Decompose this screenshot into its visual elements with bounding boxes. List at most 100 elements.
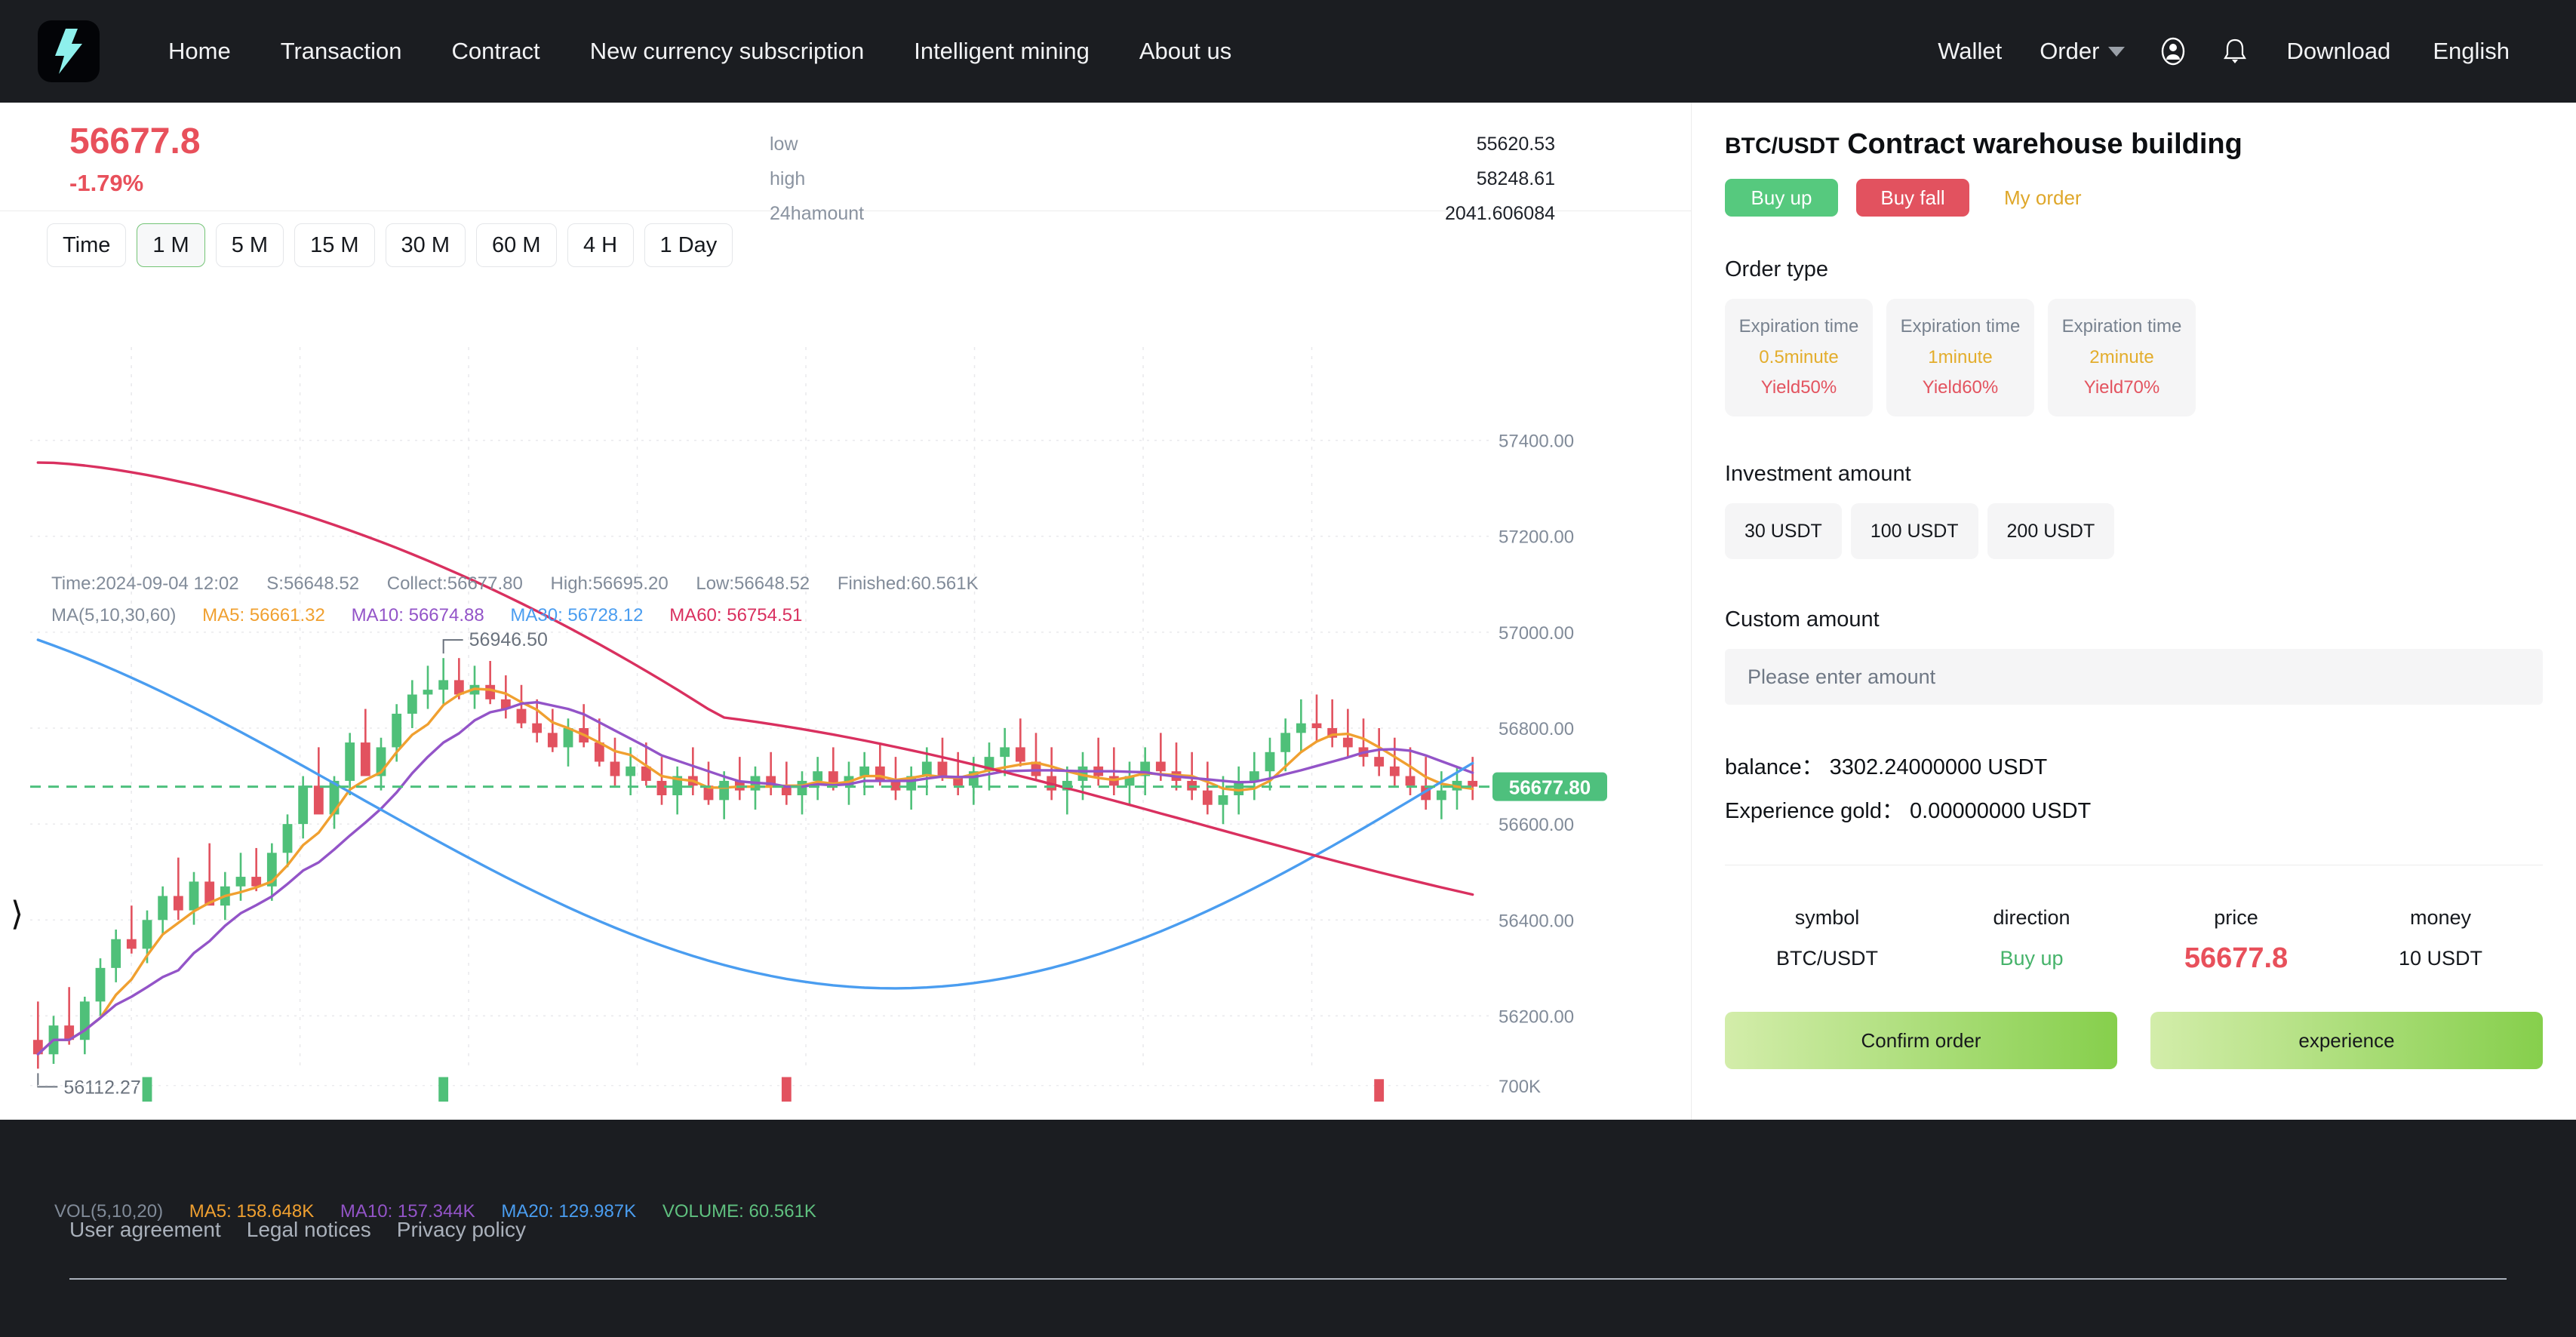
expiration-value: 2minute <box>2048 343 2196 373</box>
order-type-card-1minute[interactable]: Expiration time 1minute Yield60% <box>1886 299 2034 416</box>
summary-value-price: 56677.8 <box>2134 938 2338 979</box>
footer-link-privacy-policy[interactable]: Privacy policy <box>397 1218 526 1242</box>
summary-value-direction: Buy up <box>1929 938 2134 979</box>
footer-divider <box>69 1278 2507 1280</box>
chart-collapse-chevron-icon[interactable]: ⟩ <box>11 898 23 931</box>
buy-up-button[interactable]: Buy up <box>1725 179 1838 217</box>
panel-title-text: Contract warehouse building <box>1847 128 2242 160</box>
timeframe-15m[interactable]: 15 M <box>294 223 374 267</box>
custom-amount-input[interactable] <box>1725 649 2543 705</box>
order-type-card-2minute[interactable]: Expiration time 2minute Yield70% <box>2048 299 2196 416</box>
summary-value-symbol: BTC/USDT <box>1725 938 1929 979</box>
app-logo[interactable] <box>38 20 100 82</box>
yield-value: Yield60% <box>1886 373 2034 403</box>
panel-action-row: Buy up Buy fall My order <box>1725 179 2543 257</box>
order-panel: BTC/USDT Contract warehouse building Buy… <box>1692 103 2576 1120</box>
amount-button-100[interactable]: 100 USDT <box>1851 503 1978 559</box>
svg-text:56400.00: 56400.00 <box>1499 911 1574 931</box>
investment-amount-label: Investment amount <box>1725 462 2543 503</box>
summary-col-price: price 56677.8 <box>2134 897 2338 979</box>
summary-col-money: money 10 USDT <box>2338 897 2543 979</box>
expiration-value: 0.5minute <box>1725 343 1873 373</box>
timeframe-4h[interactable]: 4 H <box>567 223 634 267</box>
notifications-icon[interactable] <box>2205 36 2265 66</box>
nav-link-home[interactable]: Home <box>143 38 256 65</box>
timeframe-30m[interactable]: 30 M <box>386 223 466 267</box>
stat-row: 24hamount 2041.606084 <box>770 196 1555 231</box>
order-type-card-0.5minute[interactable]: Expiration time 0.5minute Yield50% <box>1725 299 1873 416</box>
nav-link-about-us[interactable]: About us <box>1114 38 1256 65</box>
expiration-label: Expiration time <box>2048 311 2196 343</box>
nav-link-wallet[interactable]: Wallet <box>1917 38 2023 65</box>
timeframe-time-button[interactable]: Time <box>47 223 126 267</box>
account-icon[interactable] <box>2141 36 2205 66</box>
panel-symbol: BTC/USDT <box>1725 134 1840 158</box>
top-navbar: Home Transaction Contract New currency s… <box>0 0 2576 103</box>
summary-head-price: price <box>2134 897 2338 938</box>
yield-value: Yield50% <box>1725 373 1873 403</box>
svg-text:57400.00: 57400.00 <box>1499 432 1574 452</box>
stat-value-24hamount: 2041.606084 <box>1445 196 1555 231</box>
svg-text:700K: 700K <box>1499 1077 1541 1097</box>
main-content: 56677.8 -1.79% low 55620.53 high 58248.6… <box>0 103 2576 1120</box>
svg-text:56946.50: 56946.50 <box>469 629 548 650</box>
chart-pane: 56677.8 -1.79% low 55620.53 high 58248.6… <box>0 103 1692 1120</box>
summary-head-direction: direction <box>1929 897 2134 938</box>
svg-text:57200.00: 57200.00 <box>1499 527 1574 548</box>
buy-fall-button[interactable]: Buy fall <box>1856 179 1969 217</box>
ticker-header: 56677.8 -1.79% low 55620.53 high 58248.6… <box>0 103 1691 211</box>
nav-links: Home Transaction Contract New currency s… <box>143 38 1256 65</box>
footer-link-legal-notices[interactable]: Legal notices <box>247 1218 371 1242</box>
svg-text:57000.00: 57000.00 <box>1499 623 1574 644</box>
nav-link-contract[interactable]: Contract <box>427 38 565 65</box>
summary-col-direction: direction Buy up <box>1929 897 2134 979</box>
custom-amount-label: Custom amount <box>1725 607 2543 649</box>
svg-text:56112.27: 56112.27 <box>63 1077 140 1098</box>
experience-gold-line: Experience gold： 0.00000000 USDT <box>1725 789 2543 833</box>
summary-head-symbol: symbol <box>1725 897 1929 938</box>
nav-link-language[interactable]: English <box>2412 38 2531 65</box>
ticker-change-percent: -1.79% <box>69 170 770 197</box>
stat-label-high: high <box>770 161 805 196</box>
svg-text:56200.00: 56200.00 <box>1499 1007 1574 1027</box>
nav-right-group: Wallet Order Download English <box>1917 36 2531 66</box>
ticker-price-box: 56677.8 -1.79% <box>0 122 770 211</box>
ticker-last-price: 56677.8 <box>69 122 770 162</box>
timeframe-1day[interactable]: 1 Day <box>644 223 733 267</box>
nav-link-new-currency-subscription[interactable]: New currency subscription <box>565 38 890 65</box>
logo-icon <box>49 27 88 75</box>
yield-value: Yield70% <box>2048 373 2196 403</box>
panel-title: BTC/USDT Contract warehouse building <box>1725 128 2543 179</box>
timeframe-1m[interactable]: 1 M <box>137 223 204 267</box>
experience-button[interactable]: experience <box>2150 1012 2543 1069</box>
timeframe-60m[interactable]: 60 M <box>476 223 556 267</box>
stat-row: low 55620.53 <box>770 127 1555 161</box>
ticker-stats: low 55620.53 high 58248.61 24hamount 204… <box>770 122 1691 211</box>
footer-links: User agreement Legal notices Privacy pol… <box>69 1218 2507 1242</box>
chart-container[interactable]: ⟩ Time:2024-09-04 12:02 S:56648.52 Colle… <box>0 279 1692 1102</box>
nav-link-download[interactable]: Download <box>2265 38 2412 65</box>
bell-icon <box>2221 36 2249 66</box>
stat-row: high 58248.61 <box>770 161 1555 196</box>
balance-block: balance： 3302.24000000 USDT Experience g… <box>1725 705 2543 859</box>
summary-value-money: 10 USDT <box>2338 938 2543 979</box>
investment-amount-row: 30 USDT 100 USDT 200 USDT <box>1725 503 2543 607</box>
confirm-order-button[interactable]: Confirm order <box>1725 1012 2117 1069</box>
chevron-down-icon <box>2108 47 2125 57</box>
order-type-label: Order type <box>1725 257 2543 299</box>
stat-label-low: low <box>770 127 798 161</box>
my-order-link[interactable]: My order <box>2004 186 2082 210</box>
expiration-label: Expiration time <box>1725 311 1873 343</box>
cta-row: Confirm order experience <box>1725 1012 2543 1069</box>
footer-link-user-agreement[interactable]: User agreement <box>69 1218 221 1242</box>
svg-text:56800.00: 56800.00 <box>1499 719 1574 739</box>
svg-text:56600.00: 56600.00 <box>1499 815 1574 835</box>
nav-link-intelligent-mining[interactable]: Intelligent mining <box>889 38 1114 65</box>
amount-button-30[interactable]: 30 USDT <box>1725 503 1842 559</box>
timeframe-5m[interactable]: 5 M <box>216 223 284 267</box>
nav-link-transaction[interactable]: Transaction <box>256 38 427 65</box>
expiration-value: 1minute <box>1886 343 2034 373</box>
nav-order-dropdown[interactable]: Order <box>2023 38 2141 65</box>
svg-text:56677.80: 56677.80 <box>1509 776 1591 799</box>
amount-button-200[interactable]: 200 USDT <box>1987 503 2115 559</box>
